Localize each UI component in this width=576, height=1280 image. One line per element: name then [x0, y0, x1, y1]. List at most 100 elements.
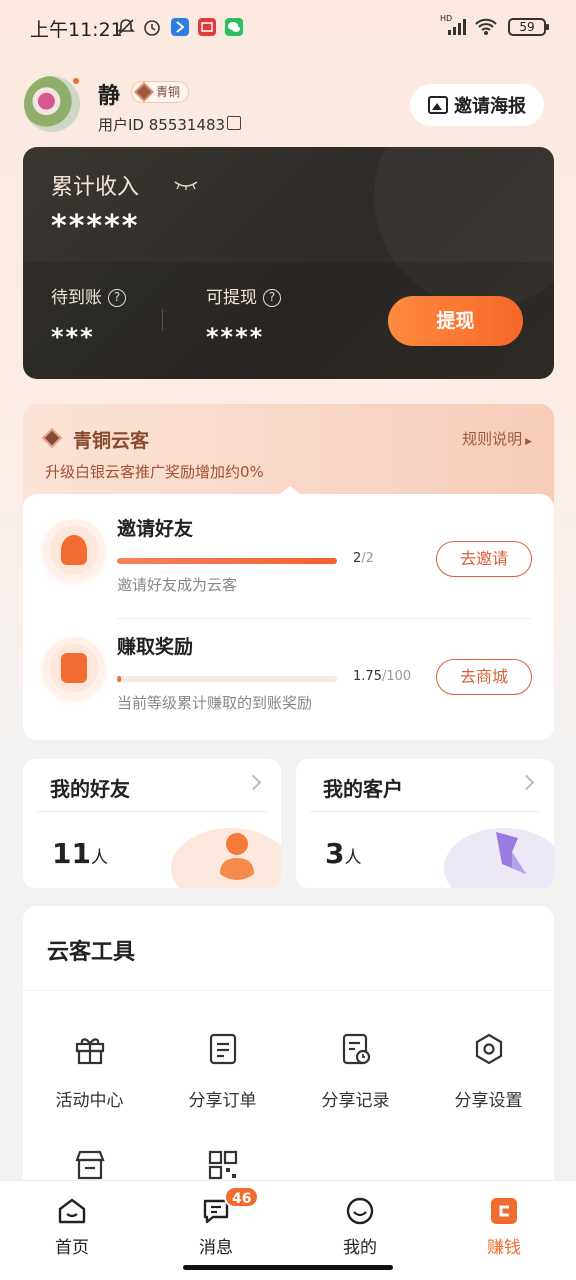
tier-card: 青铜云客 规则说明 ▶ 升级白银云客推广奖励增加约0% 邀请好友 2/2 邀请好友… [23, 404, 554, 740]
task-progress-bar [117, 676, 337, 682]
invite-friend-icon [43, 519, 105, 581]
status-time: 上午11:21 [30, 19, 123, 41]
pending-label-group: 待到账? [51, 283, 126, 308]
my-friends-count: 11人 [52, 837, 108, 870]
user-id: 用户ID 85531483 [98, 116, 226, 134]
profile-icon [346, 1197, 374, 1225]
person-illustration-icon [220, 833, 254, 880]
tier-title: 青铜云客 [73, 430, 150, 452]
app-notification-icon [171, 18, 189, 36]
tab-mine[interactable]: 我的 [288, 1181, 432, 1261]
my-customers-title: 我的客户 [323, 777, 403, 801]
help-icon[interactable]: ? [263, 289, 281, 307]
tool-activity-center[interactable]: 活动中心 [23, 1032, 156, 1111]
pending-value: *** [51, 323, 95, 351]
withdraw-button[interactable]: 提现 [388, 296, 523, 346]
image-icon [428, 96, 448, 114]
alarm-icon [144, 20, 160, 36]
mute-icon [117, 19, 135, 35]
home-indicator[interactable] [183, 1265, 393, 1270]
go-mall-button[interactable]: 去商城 [436, 659, 532, 695]
total-income-value: ***** [51, 209, 140, 244]
customers-count-unit: 人 [344, 848, 362, 868]
invite-poster-label: 邀请海报 [454, 96, 526, 117]
copy-icon[interactable] [227, 116, 241, 130]
rank-badge: 青铜 [131, 81, 190, 103]
tool-share-orders[interactable]: 分享订单 [156, 1032, 289, 1111]
tab-earn[interactable]: 赚钱 [432, 1181, 576, 1261]
online-dot [71, 76, 81, 86]
task-name: 邀请好友 [117, 518, 194, 540]
withdrawable-value: **** [206, 323, 265, 351]
share-reward-icon [43, 637, 105, 699]
customers-count-value: 3 [325, 837, 345, 870]
battery-indicator: 59 [508, 18, 549, 36]
tab-label: 首页 [55, 1238, 89, 1258]
withdrawable-label-group: 可提现? [206, 283, 281, 308]
task-progress-fill [117, 558, 337, 564]
task-progress-fill [117, 676, 122, 682]
task-hint: 当前等级累计赚取的到账奖励 [117, 694, 313, 712]
wechat-icon [225, 18, 243, 36]
caret-right-icon: ▶ [525, 437, 532, 447]
my-customers-count: 3人 [325, 837, 361, 870]
rank-badge-label: 青铜 [156, 85, 181, 99]
my-friends-title: 我的好友 [50, 777, 130, 801]
progress-current: 1.75 [353, 669, 382, 684]
tab-label: 赚钱 [487, 1238, 521, 1258]
tool-label: 分享设置 [454, 1091, 523, 1111]
friends-count-unit: 人 [90, 848, 108, 868]
tool-share-records[interactable]: 分享记录 [289, 1032, 422, 1111]
my-friends-card[interactable]: 我的好友 11人 [23, 759, 281, 888]
progress-total: /100 [381, 669, 412, 684]
store-icon [74, 1150, 105, 1180]
tier-tasks: 邀请好友 2/2 邀请好友成为云客 去邀请 赚取奖励 1.75/100 当前等级… [23, 486, 554, 740]
pending-label: 待到账 [51, 288, 102, 308]
total-income-label: 累计收入 [51, 175, 140, 200]
task-earn-rewards: 赚取奖励 1.75/100 当前等级累计赚取的到账奖励 去商城 [23, 612, 554, 730]
help-icon[interactable]: ? [108, 289, 126, 307]
invite-poster-button[interactable]: 邀请海报 [410, 84, 544, 126]
home-icon [58, 1198, 86, 1224]
chevron-right-icon [245, 774, 262, 791]
settings-icon [475, 1033, 502, 1065]
user-name: 静 [98, 84, 121, 109]
tool-label: 活动中心 [55, 1091, 124, 1111]
order-icon [209, 1033, 236, 1065]
tab-home[interactable]: 首页 [0, 1181, 144, 1261]
chevron-right-icon [518, 774, 535, 791]
withdrawable-label: 可提现 [206, 288, 257, 308]
signal-icon [448, 19, 466, 35]
tool-label: 分享记录 [321, 1091, 390, 1111]
bronze-gem-icon [42, 428, 62, 448]
status-bar: 上午11:21 HD 59 [0, 0, 576, 56]
wifi-icon [475, 18, 497, 35]
earnings-card: 累计收入 ***** 待到账? *** 可提现? **** 提现 [23, 147, 554, 379]
friends-count-value: 11 [52, 837, 91, 870]
my-customers-card[interactable]: 我的客户 3人 [296, 759, 554, 888]
tools-title: 云客工具 [47, 940, 136, 965]
record-icon [342, 1033, 370, 1065]
gift-icon [75, 1038, 104, 1065]
task-invite-friends: 邀请好友 2/2 邀请好友成为云客 去邀请 [23, 494, 554, 612]
task-progress-text: 2/2 [353, 551, 374, 566]
tab-label: 我的 [343, 1238, 377, 1258]
progress-total: /2 [361, 551, 374, 566]
tier-description: 升级白银云客推广奖励增加约0% [45, 463, 264, 481]
shopping-app-icon [198, 18, 216, 36]
hide-amount-icon[interactable] [173, 179, 199, 191]
bronze-gem-icon [134, 82, 154, 102]
rules-link-label: 规则说明 [462, 430, 523, 448]
tab-messages[interactable]: 消息 [144, 1181, 288, 1261]
task-progress-text: 1.75/100 [353, 669, 411, 684]
origami-bird-icon [496, 832, 526, 874]
cloud-tools-card: 云客工具 活动中心 分享订单 分享记录 分享设置 [23, 906, 554, 1206]
tab-label: 消息 [199, 1238, 233, 1258]
task-progress-bar [117, 558, 337, 564]
rules-link[interactable]: 规则说明 ▶ [462, 428, 532, 449]
tool-share-settings[interactable]: 分享设置 [422, 1032, 555, 1111]
task-name: 赚取奖励 [117, 636, 194, 658]
go-invite-button[interactable]: 去邀请 [436, 541, 532, 577]
task-hint: 邀请好友成为云客 [117, 576, 238, 594]
tool-label: 分享订单 [188, 1091, 257, 1111]
